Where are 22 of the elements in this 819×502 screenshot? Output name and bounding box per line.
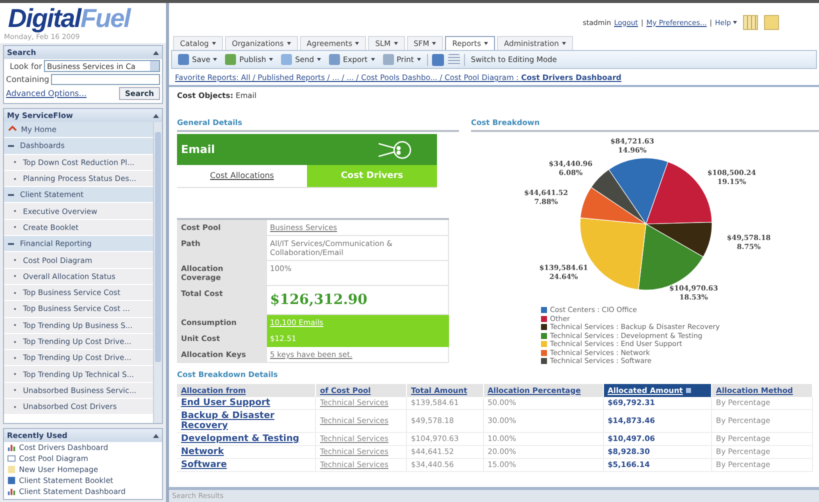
collapse-icon[interactable] <box>153 114 159 118</box>
table-link[interactable]: Development & Testing <box>177 432 316 445</box>
toggle-icon[interactable] <box>8 142 14 149</box>
scrollbar[interactable] <box>153 122 162 423</box>
advanced-options-link[interactable]: Advanced Options... <box>6 89 87 98</box>
chart-icon <box>7 443 16 452</box>
collapse-icon[interactable] <box>153 434 159 438</box>
collapse-icon[interactable] <box>153 50 159 54</box>
diagram-icon <box>7 454 16 463</box>
table-link[interactable]: Backup & Disaster Recovery <box>177 409 316 432</box>
table-link[interactable]: Network <box>177 445 316 458</box>
field-label: Look for <box>8 62 42 70</box>
booklet-icon <box>7 476 16 485</box>
table-link[interactable]: Software <box>177 458 316 471</box>
logo: DigitalFuel <box>0 3 166 33</box>
sort-icon[interactable] <box>686 388 691 392</box>
page-icon <box>7 465 16 474</box>
chart-icon <box>7 487 16 496</box>
containing-field[interactable] <box>51 74 160 85</box>
card-title: Email <box>181 143 215 156</box>
table-link[interactable]: End User Support <box>177 396 316 409</box>
field-label: Containing <box>6 75 50 84</box>
